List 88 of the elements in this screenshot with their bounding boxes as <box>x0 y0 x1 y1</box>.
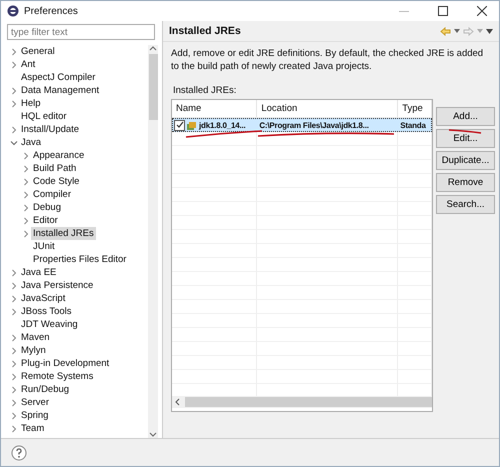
description-text: Add, remove or edit JRE definitions. By default, the checked JRE is added to the build path of newly created Java projects. <box>170 47 484 73</box>
tree-item[interactable]: Editor <box>31 214 60 227</box>
close-icon[interactable] <box>477 6 487 16</box>
jre-type: Standa <box>400 120 426 130</box>
chevron-right-icon[interactable] <box>21 202 31 212</box>
column-header[interactable]: Type <box>398 100 432 117</box>
back-arrow-icon[interactable] <box>440 26 451 36</box>
tree-item[interactable]: Code Style <box>31 175 82 188</box>
column-header[interactable]: Location <box>257 100 398 117</box>
maximize-icon[interactable] <box>438 6 448 16</box>
chevron-right-icon[interactable] <box>21 228 31 238</box>
tree-item[interactable]: Run/Debug <box>19 383 72 396</box>
action-button[interactable]: Add... <box>436 107 495 126</box>
tree-item[interactable]: Plug-in Development <box>19 357 112 370</box>
filter-field[interactable]: type filter text <box>7 24 155 40</box>
tree-item[interactable]: Maven <box>19 331 52 344</box>
tree-item[interactable]: JBoss Tools <box>19 305 74 318</box>
scroll-left-icon[interactable] <box>174 398 182 406</box>
chevron-right-icon[interactable] <box>21 164 31 174</box>
tree-item[interactable]: Build Path <box>31 162 78 175</box>
tree-item[interactable]: Java Persistence <box>19 279 96 292</box>
table-label: Installed JREs: <box>173 85 236 96</box>
tree-item[interactable]: Java EE <box>19 266 58 279</box>
tree-item[interactable]: JavaScript <box>19 292 68 305</box>
scroll-up-icon[interactable] <box>149 45 157 51</box>
table-row[interactable]: jdk1.8.0_14... C:\Program Files\Java\jdk1.8... Standa <box>172 118 432 132</box>
chevron-right-icon[interactable] <box>9 124 19 134</box>
window-title: Preferences <box>24 6 79 16</box>
scroll-thumb[interactable] <box>148 54 158 120</box>
tree-item[interactable]: Team <box>19 422 46 435</box>
chevron-right-icon[interactable] <box>9 280 19 290</box>
tree-item[interactable]: Server <box>19 396 51 409</box>
chevron-right-icon[interactable] <box>21 190 31 200</box>
tree-item[interactable]: Appearance <box>31 149 86 162</box>
tree-item[interactable]: Java <box>19 136 44 149</box>
dropdown-icon[interactable] <box>454 29 460 33</box>
chevron-right-icon[interactable] <box>21 216 31 226</box>
chevron-right-icon[interactable] <box>9 60 19 70</box>
action-button[interactable]: Search... <box>436 195 495 214</box>
tree-item[interactable]: Properties Files Editor <box>31 253 128 266</box>
chevron-right-icon[interactable] <box>9 410 19 420</box>
chevron-right-icon[interactable] <box>9 86 19 96</box>
app-icon <box>7 5 19 17</box>
scroll-down-icon[interactable] <box>149 432 157 438</box>
tree-item[interactable]: Install/Update <box>19 123 82 136</box>
column-header[interactable]: Name <box>172 100 258 117</box>
annotation-underline <box>447 127 483 136</box>
action-button[interactable]: Edit... <box>436 129 495 148</box>
chevron-right-icon[interactable] <box>9 384 19 394</box>
tree-item[interactable]: Data Management <box>19 84 102 97</box>
tree-item[interactable]: Remote Systems <box>19 370 96 383</box>
horizontal-scrollbar[interactable] <box>172 396 432 408</box>
tree-item[interactable]: Spring <box>19 409 50 422</box>
scroll-thumb[interactable] <box>185 397 432 407</box>
tree-item[interactable]: Ant <box>19 58 38 71</box>
action-button[interactable]: Remove <box>436 173 495 192</box>
help-icon[interactable] <box>11 444 27 460</box>
library-icon <box>187 120 197 130</box>
chevron-right-icon[interactable] <box>9 424 19 434</box>
chevron-right-icon[interactable] <box>9 306 19 316</box>
tree-item[interactable]: Mylyn <box>19 344 48 357</box>
tree-item[interactable]: JUnit <box>31 240 57 253</box>
chevron-right-icon[interactable] <box>9 398 19 408</box>
chevron-right-icon[interactable] <box>9 332 19 342</box>
chevron-right-icon[interactable] <box>9 294 19 304</box>
chevron-right-icon[interactable] <box>21 150 31 160</box>
checkbox[interactable] <box>174 120 185 130</box>
chevron-right-icon[interactable] <box>9 268 19 278</box>
tree-item[interactable]: JDT Weaving <box>19 318 80 331</box>
jre-location: C:\Program Files\Java\jdk1.8... <box>259 120 369 130</box>
tree-item[interactable]: General <box>19 45 57 58</box>
jre-name: jdk1.8.0_14... <box>199 120 246 130</box>
menu-icon[interactable] <box>486 28 493 34</box>
chevron-right-icon[interactable] <box>9 346 19 356</box>
chevron-right-icon[interactable] <box>21 176 31 186</box>
page-title: Installed JREs <box>169 25 242 37</box>
tree-item[interactable]: Compiler <box>31 188 74 201</box>
action-button[interactable]: Duplicate... <box>436 151 495 170</box>
chevron-right-icon[interactable] <box>9 358 19 368</box>
scrollbar[interactable] <box>148 45 158 438</box>
tree-item[interactable]: HQL editor <box>19 110 69 123</box>
tree-item[interactable]: AspectJ Compiler <box>19 71 98 84</box>
chevron-right-icon[interactable] <box>9 372 19 382</box>
chevron-right-icon[interactable] <box>9 46 19 56</box>
chevron-right-icon[interactable] <box>9 98 19 108</box>
tree-item[interactable]: Help <box>19 97 43 110</box>
tree-item[interactable]: Debug <box>31 201 63 214</box>
tree-item[interactable]: Installed JREs <box>31 227 96 240</box>
